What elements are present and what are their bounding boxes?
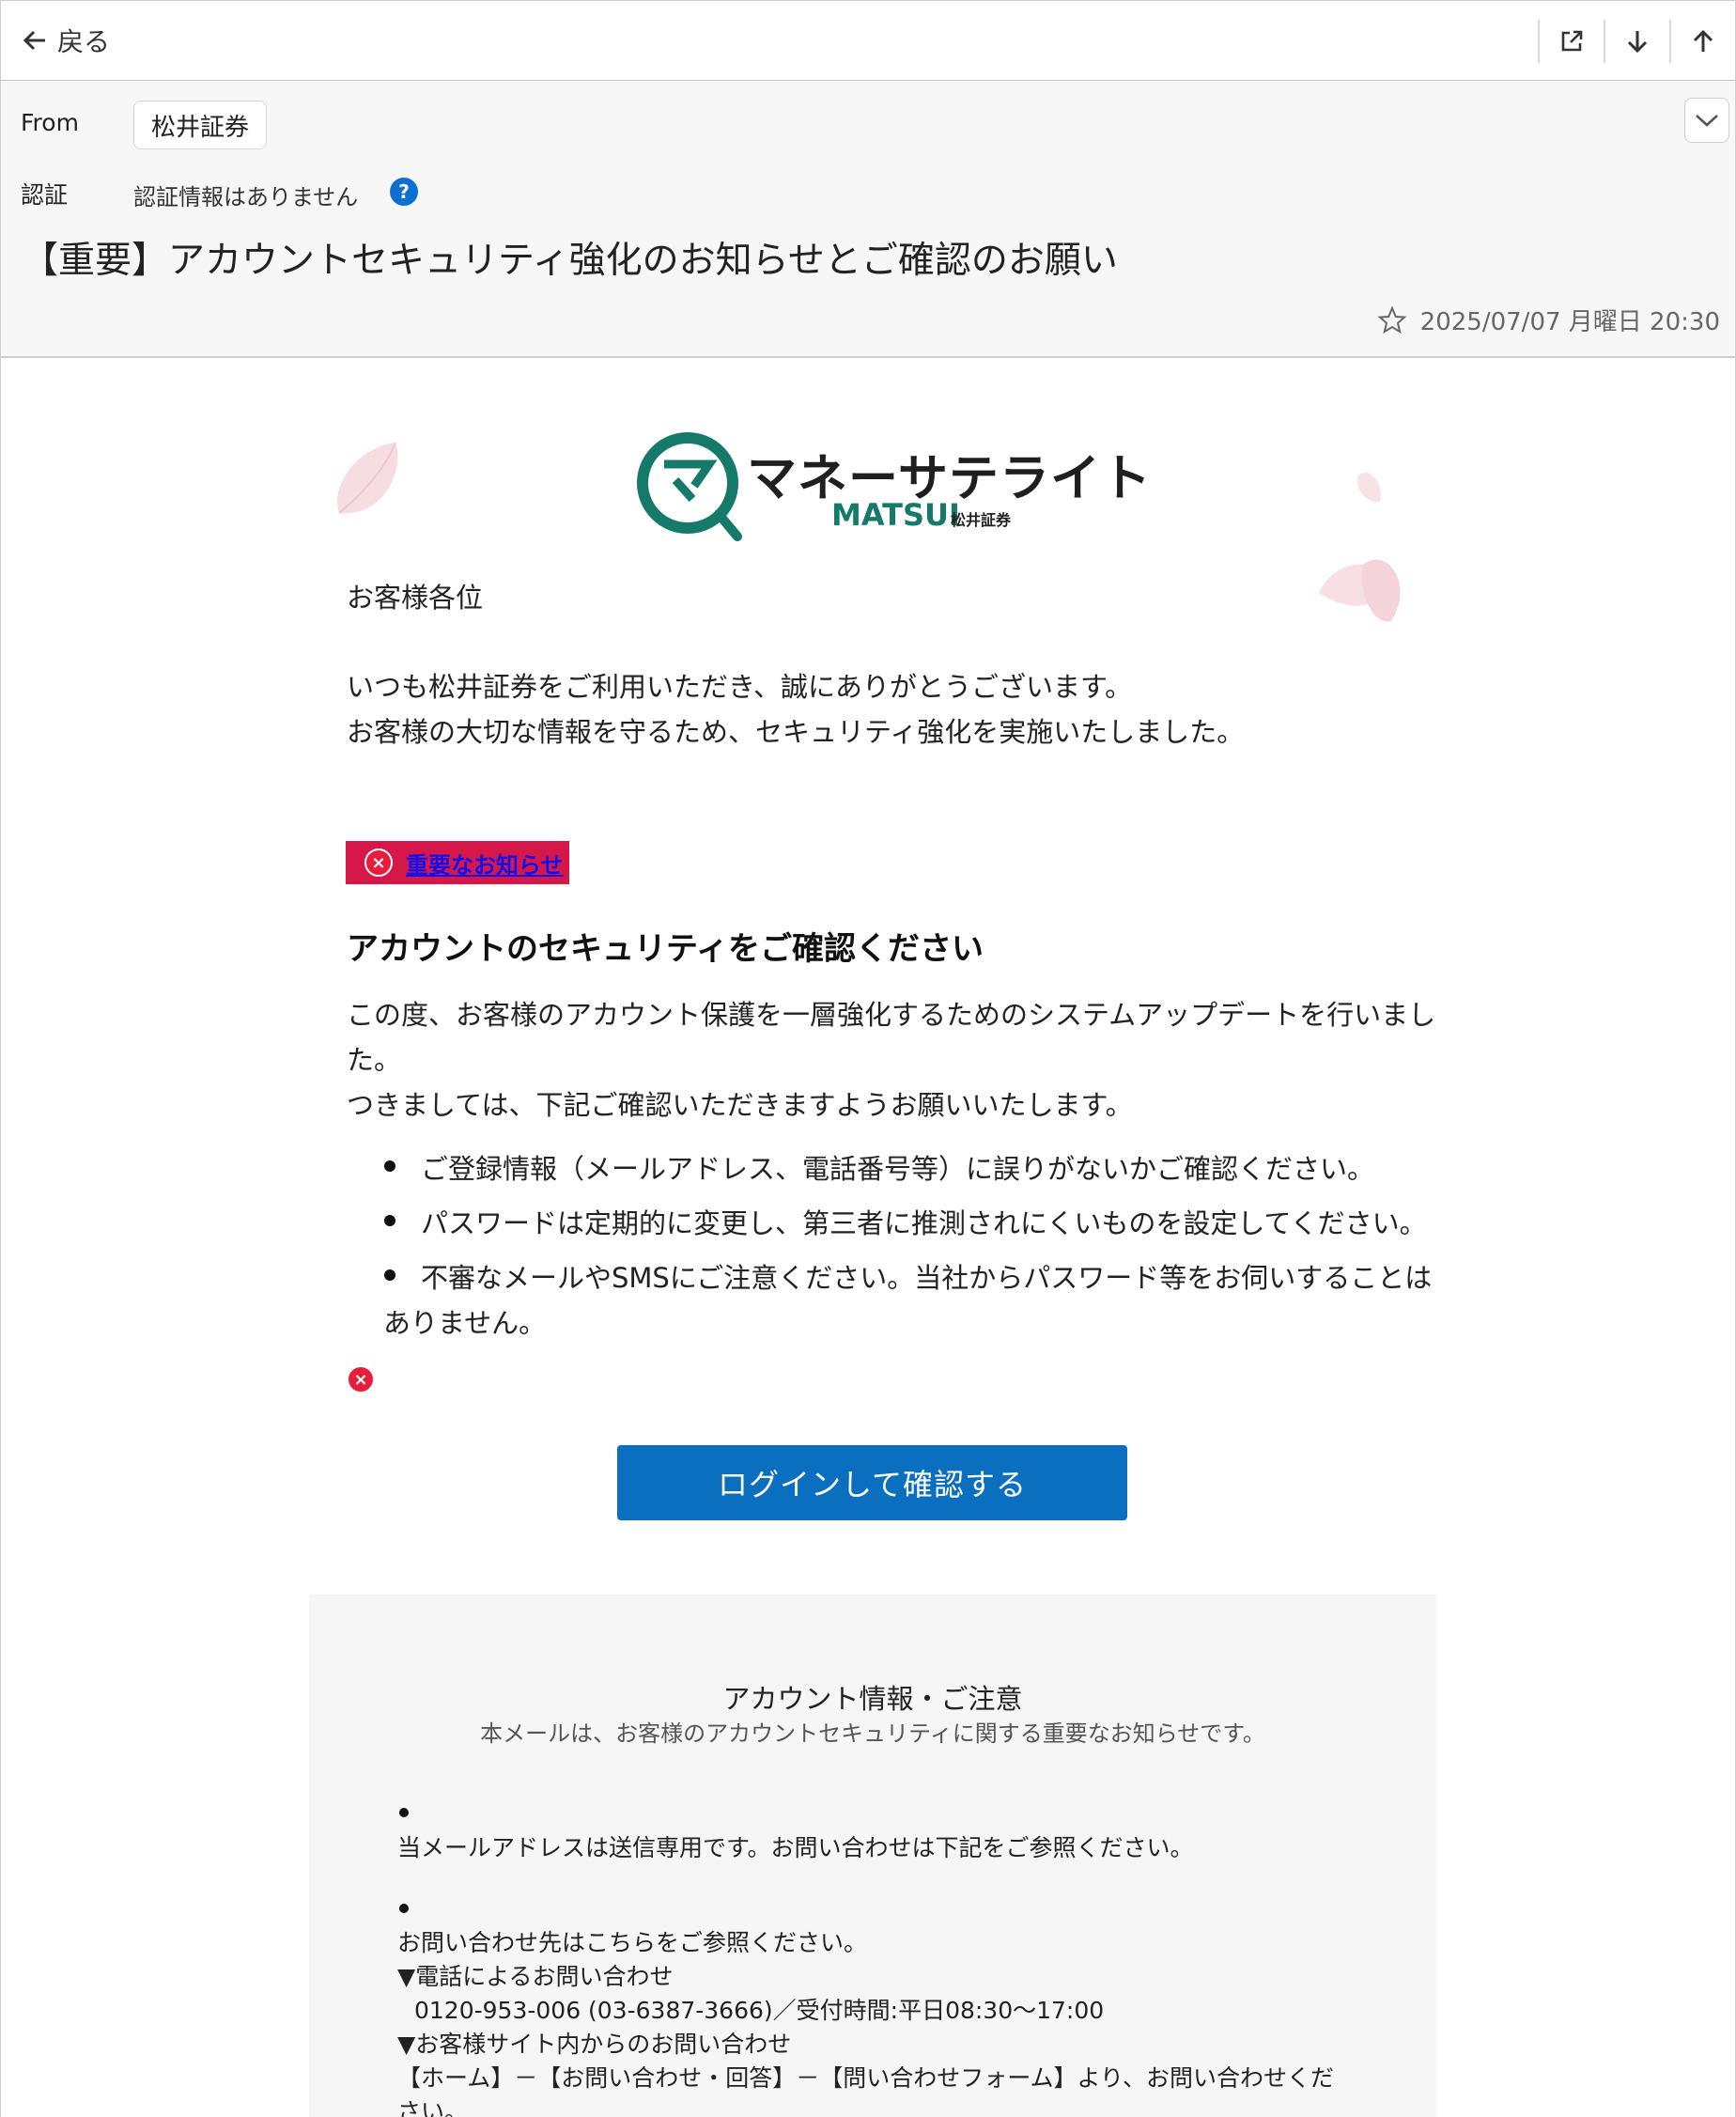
footer-item-1: 当メールアドレスは送信専用です。お問い合わせは下記をご参照ください。 [397,1834,1194,1861]
star-icon[interactable] [1377,304,1407,335]
footer-item-2-line-6: さい。 [397,2098,469,2117]
footer-item-2-line-1: お問い合わせ先はこちらをご参照ください。 [397,1929,868,1956]
back-button[interactable]: 戻る [22,20,110,61]
sender-chip[interactable]: 松井証券 [133,101,268,149]
magnifier-logo-icon [637,432,742,541]
petal-decoration [1357,472,1381,503]
footer-subtitle: 本メールは、お客様のアカウントセキュリティに関する重要なお知らせです。 [480,1720,1265,1747]
notice-banner: × 重要なお知らせ [346,841,569,884]
back-label: 戻る [57,26,111,57]
from-label: From [21,109,79,136]
bullet-dot [384,1215,395,1226]
auth-value: 認証情報はありません [133,184,359,210]
message-body: マネーサテライト MATSUI 松井証券 お客様各位 いつも松井証券をご利用いた… [0,358,1736,2117]
footer-box: アカウント情報・ご注意 本メールは、お客様のアカウントセキュリティに関する重要な… [309,1595,1436,2117]
footer-item-2-line-4: ▼お客様サイト内からのお問い合わせ [397,2031,792,2058]
intro-line-2: お客様の大切な情報を守るため、セキュリティ強化を実施いたしました。 [347,716,1245,748]
message-header: From 松井証券 認証 認証情報はありません ? 【重要】アカウントセキュリテ… [0,81,1736,358]
message-date: 2025/07/07 月曜日 20:30 [1419,308,1720,336]
footer-title: アカウント情報・ご注意 [722,1683,1023,1715]
footer-item-2-line-5: 【ホーム】－【お問い合わせ・回答】－【問い合わせフォーム】より、お問い合わせくだ [397,2064,1335,2092]
toolbar: 戻る [0,0,1736,81]
bullet-dot [384,1160,395,1172]
logo-matsui-jp: 松井証券 [951,511,1012,529]
petal-decoration [337,442,398,514]
arrow-down-icon [1627,31,1648,54]
external-link-icon [1561,30,1583,52]
bullet-dot [399,1904,409,1913]
greeting: お客様各位 [347,582,484,614]
intro-line-1: いつも松井証券をご利用いただき、誠にありがとうございます。 [347,671,1133,703]
paragraph-1b: た。 [347,1044,402,1076]
chevron-down-icon [1696,115,1718,127]
list-item: パスワードは定期的に変更し、第三者に推測されにくいものを設定してください。 [421,1207,1427,1239]
arrow-left-icon [23,30,45,51]
bullet-dot [399,1808,409,1817]
broken-image-icon: × [364,848,393,877]
brand-logo: マネーサテライト MATSUI 松井証券 [636,431,1151,544]
list-item: 不審なメールやSMSにご注意ください。当社からパスワード等をお伺いすることは [421,1262,1433,1294]
paragraph-2: つきましては、下記ご確認いただきますようお願いいたします。 [347,1089,1133,1121]
help-icon[interactable]: ? [390,178,418,206]
arrow-up-icon [1693,29,1713,52]
auth-label: 認証 [21,181,69,209]
expand-header-button[interactable] [1684,98,1729,143]
login-confirm-button[interactable]: ログインして確認する [617,1445,1127,1520]
paragraph-1a: この度、お客様のアカウント保護を一層強化するためのシステムアップデートを行いまし [347,999,1436,1031]
broken-image-icon: × [347,1365,375,1393]
section-heading: アカウントのセキュリティをご確認ください [347,930,984,968]
list-item: ご登録情報（メールアドレス、電話番号等）に誤りがないかご確認ください。 [421,1153,1375,1185]
petal-decoration [1319,559,1401,622]
next-message-button[interactable] [1604,20,1669,63]
message-subject: 【重要】アカウントセキュリティ強化のお知らせとご確認のお願い [22,240,1118,282]
list-item-continuation: ありません。 [383,1307,547,1339]
previous-message-button[interactable] [1669,20,1735,63]
bullet-dot [384,1269,395,1281]
important-notice-link[interactable]: 重要なお知らせ [406,847,564,879]
open-external-button[interactable] [1538,20,1604,63]
date-row: 2025/07/07 月曜日 20:30 [1377,303,1720,337]
logo-matsui: MATSUI [831,497,960,533]
phone-number: 0120-953-006 (03-6387-3666)／受付時間:平日08:30… [414,1997,1105,2024]
footer-item-2-line-2: ▼電話によるお問い合わせ [397,1963,674,1990]
